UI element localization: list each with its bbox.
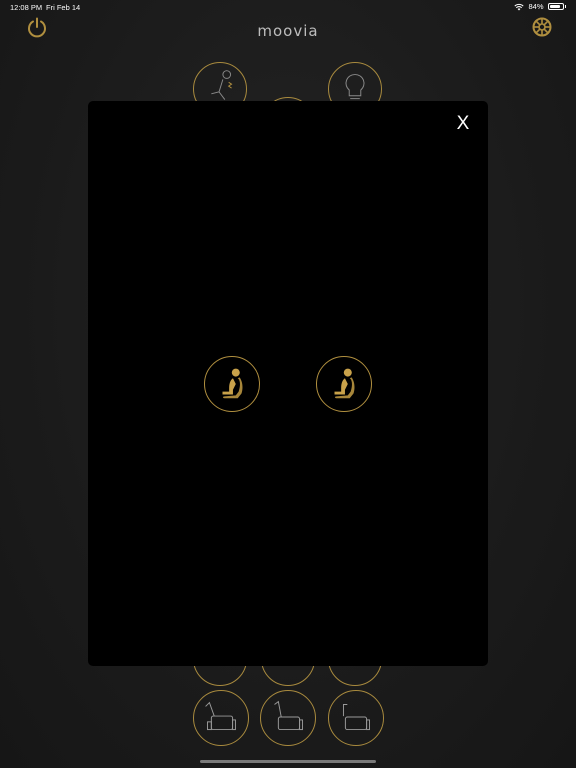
gear-icon[interactable]: [531, 16, 553, 38]
home-indicator[interactable]: [200, 760, 376, 763]
app-logo: moovia: [257, 22, 319, 40]
battery-level: [549, 5, 560, 8]
wifi-icon: [514, 3, 525, 10]
recliner-icon: [205, 701, 236, 731]
seat-select-modal: X: [88, 101, 488, 666]
seat-position-icon: [334, 368, 355, 399]
battery-cap: [564, 5, 566, 8]
battery-percent: 84%: [528, 2, 544, 11]
seat-right-button[interactable]: [316, 356, 372, 412]
recliner-upright-button[interactable]: [193, 690, 249, 746]
seat-position-icon: [222, 368, 243, 399]
app-screen: 12:08 PM Fri Feb 14 84% moovia X: [0, 0, 576, 768]
status-date: Fri Feb 14: [46, 3, 81, 12]
recliner-flat-button[interactable]: [328, 690, 384, 746]
recliner-flat-icon: [342, 704, 370, 731]
recliner-tilt-icon: [274, 700, 303, 731]
battery-icon: [547, 3, 564, 10]
seat-left-button[interactable]: [204, 356, 260, 412]
recliner-tilt-button[interactable]: [260, 690, 316, 746]
status-bar: 12:08 PM Fri Feb 14 84%: [0, 0, 576, 14]
status-time: 12:08 PM: [10, 3, 43, 12]
status-right: 84%: [514, 2, 566, 11]
close-button[interactable]: X: [452, 111, 474, 137]
